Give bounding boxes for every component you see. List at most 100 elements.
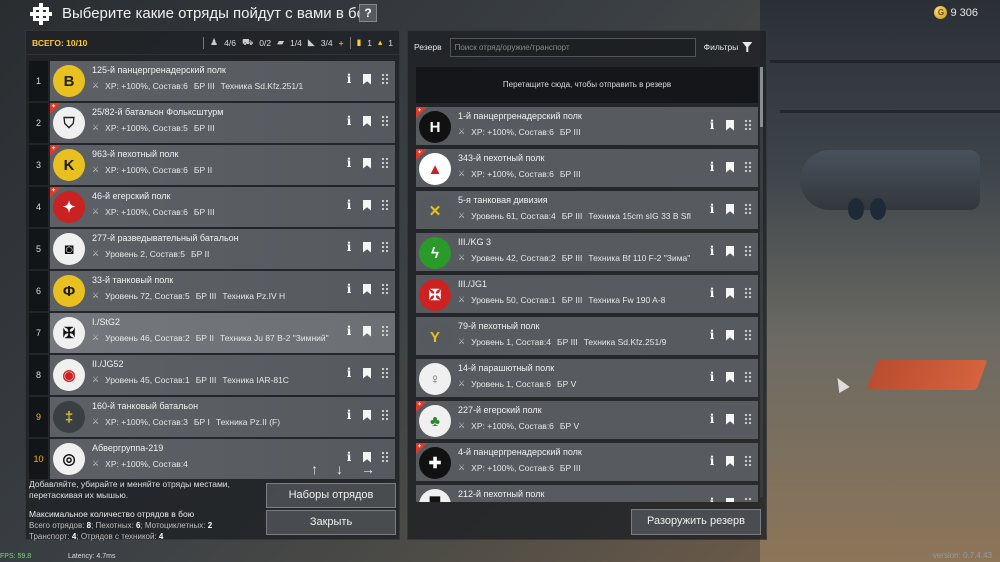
drag-handle-icon[interactable]: [744, 455, 752, 467]
drag-handle-icon[interactable]: [381, 409, 389, 421]
motorcycle-icon: ⛟: [241, 36, 254, 47]
bookmark-icon[interactable]: [726, 203, 734, 215]
drag-handle-icon[interactable]: [744, 371, 752, 383]
squad-card[interactable]: ✦ ✦ 46-й егерский полк ⚔ XP: +100%, Состав:6…: [50, 187, 395, 227]
drag-handle-icon[interactable]: [744, 329, 752, 341]
drag-handle-icon[interactable]: [744, 161, 752, 173]
reserve-squad-card[interactable]: ♀ 14-й парашютный полк ⚔ Уровень 1, Состав:…: [416, 359, 758, 397]
reserve-squad-card[interactable]: ▀ 212-й пехотный полк⚔ i: [416, 485, 758, 502]
drag-handle-icon[interactable]: [381, 73, 389, 85]
info-icon[interactable]: i: [708, 412, 716, 426]
drag-handle-icon[interactable]: [744, 119, 752, 131]
bookmark-icon[interactable]: [726, 119, 734, 131]
bookmark-icon[interactable]: [363, 241, 371, 253]
bookmark-icon[interactable]: [363, 157, 371, 169]
reserve-squad-card[interactable]: ✠ III./JG1 ⚔ Уровень 50, Состав:1 БР III Техн…: [416, 275, 758, 313]
squad-br: БР II: [193, 165, 213, 175]
bookmark-icon[interactable]: [726, 329, 734, 341]
reserve-squad-card[interactable]: ✚ ✦ 4-й панцергренадерский полк ⚔ XP: +100%,…: [416, 443, 758, 481]
info-icon[interactable]: i: [708, 244, 716, 258]
filters-button[interactable]: Фильтры: [704, 42, 753, 52]
squad-card[interactable]: B 125-й панцергренадерский полк ⚔ XP: +100%…: [50, 61, 395, 101]
bookmark-icon[interactable]: [726, 287, 734, 299]
squad-vehicle: Техника Sd.Kfz.251/1: [220, 81, 304, 91]
info-icon[interactable]: i: [708, 286, 716, 300]
reserve-squad-card[interactable]: Y 79-й пехотный полк ⚔ Уровень 1, Состав:4 Б…: [416, 317, 758, 355]
squad-card[interactable]: ◉ II./JG52 ⚔ Уровень 45, Состав:1 БР III Техн…: [50, 355, 395, 395]
info-icon[interactable]: i: [708, 160, 716, 174]
drag-handle-icon[interactable]: [381, 241, 389, 253]
bookmark-icon[interactable]: [726, 497, 734, 502]
info-icon[interactable]: i: [708, 328, 716, 342]
info-icon[interactable]: i: [345, 408, 353, 422]
help-button[interactable]: ?: [359, 4, 377, 22]
bookmark-icon[interactable]: [726, 161, 734, 173]
add-slot-icon[interactable]: +: [339, 38, 344, 48]
bookmark-icon[interactable]: [726, 455, 734, 467]
drag-handle-icon[interactable]: [744, 497, 752, 502]
info-icon[interactable]: i: [345, 198, 353, 212]
reserve-dropzone[interactable]: Перетащите сюда, чтобы отправить в резер…: [416, 67, 758, 103]
drag-handle-icon[interactable]: [381, 451, 389, 463]
bookmark-icon[interactable]: [363, 73, 371, 85]
squad-emblem-icon: ϟ: [419, 237, 451, 269]
squad-name: 25/82-й батальон Фольксштурм: [92, 107, 224, 117]
lineup-row: 1 B 125-й панцергренадерский полк ⚔ XP: +100…: [29, 61, 396, 101]
info-icon[interactable]: i: [708, 202, 716, 216]
info-icon[interactable]: i: [708, 454, 716, 468]
bookmark-icon[interactable]: [363, 283, 371, 295]
close-button[interactable]: Закрыть: [266, 510, 396, 535]
drag-handle-icon[interactable]: [381, 367, 389, 379]
reserve-scrollbar[interactable]: [760, 67, 763, 497]
drag-handle-icon[interactable]: [381, 115, 389, 127]
info-icon[interactable]: i: [345, 156, 353, 170]
reserve-squad-card[interactable]: ♣ ✦ 227-й егерский полк ⚔ XP: +100%, Состав:…: [416, 401, 758, 439]
reserve-squad-card[interactable]: H ✦ 1-й панцергренадерский полк ⚔ XP: +100%,…: [416, 107, 758, 145]
info-icon[interactable]: i: [345, 324, 353, 338]
reserve-squad-card[interactable]: ▲ ✦ 343-й пехотный полк ⚔ XP: +100%, Состав:…: [416, 149, 758, 187]
drag-handle-icon[interactable]: [381, 157, 389, 169]
info-icon[interactable]: i: [345, 114, 353, 128]
bookmark-icon[interactable]: [363, 115, 371, 127]
info-icon[interactable]: i: [708, 496, 716, 502]
reserve-squad-card[interactable]: ϟ III./KG 3 ⚔ Уровень 42, Состав:2 БР III Тех…: [416, 233, 758, 271]
move-down-icon[interactable]: ↓: [336, 461, 343, 477]
drag-handle-icon[interactable]: [744, 287, 752, 299]
reserve-squad-card[interactable]: ✕ 5-я танковая дивизия ⚔ Уровень 61, Состав…: [416, 191, 758, 229]
info-icon[interactable]: i: [345, 72, 353, 86]
info-icon[interactable]: i: [708, 370, 716, 384]
drag-handle-icon[interactable]: [381, 325, 389, 337]
drag-handle-icon[interactable]: [381, 283, 389, 295]
bookmark-icon[interactable]: [726, 371, 734, 383]
squad-card[interactable]: ✠ I./StG2 ⚔ Уровень 46, Состав:2 БР II Техник…: [50, 313, 395, 353]
squad-stats: ⚔ Уровень 50, Состав:1 БР III Техника Fw 19…: [458, 295, 698, 305]
drag-handle-icon[interactable]: [381, 199, 389, 211]
search-input[interactable]: Поиск отряд/оружие/транспорт: [449, 37, 696, 57]
info-icon[interactable]: i: [708, 118, 716, 132]
disarm-reserve-button[interactable]: Разоружить резерв: [631, 509, 761, 535]
info-icon[interactable]: i: [345, 240, 353, 254]
bookmark-icon[interactable]: [363, 325, 371, 337]
bookmark-icon[interactable]: [726, 245, 734, 257]
info-icon[interactable]: i: [345, 366, 353, 380]
squad-card[interactable]: Φ 33-й танковый полк ⚔ Уровень 72, Состав:5…: [50, 271, 395, 311]
bookmark-icon[interactable]: [726, 413, 734, 425]
lineup-list: 1 B 125-й панцергренадерский полк ⚔ XP: +100…: [29, 61, 396, 486]
move-up-icon[interactable]: ↑: [311, 461, 318, 477]
bookmark-icon[interactable]: [363, 409, 371, 421]
squad-card[interactable]: ⛉ ✦ 25/82-й батальон Фольксштурм ⚔ XP: +100%…: [50, 103, 395, 143]
drag-handle-icon[interactable]: [744, 203, 752, 215]
squad-text: 25/82-й батальон Фольксштурм ⚔ XP: +100%, …: [92, 107, 332, 133]
drag-handle-icon[interactable]: [744, 413, 752, 425]
squad-xp-info: XP: +100%, Состав:6: [105, 207, 188, 217]
squad-presets-button[interactable]: Наборы отрядов: [266, 483, 396, 508]
squad-card[interactable]: ‡ 160-й танковый батальон ⚔ XP: +100%, Сост…: [50, 397, 395, 437]
drag-handle-icon[interactable]: [744, 245, 752, 257]
bookmark-icon[interactable]: [363, 367, 371, 379]
squad-card[interactable]: K ✦ 963-й пехотный полк ⚔ XP: +100%, Состав:…: [50, 145, 395, 185]
gold-balance: G 9 306: [934, 6, 978, 19]
info-icon[interactable]: i: [345, 282, 353, 296]
bookmark-icon[interactable]: [363, 199, 371, 211]
move-right-icon[interactable]: →: [361, 461, 375, 477]
squad-card[interactable]: ◙ 277-й разведывательный батальон ⚔ Уровень…: [50, 229, 395, 269]
